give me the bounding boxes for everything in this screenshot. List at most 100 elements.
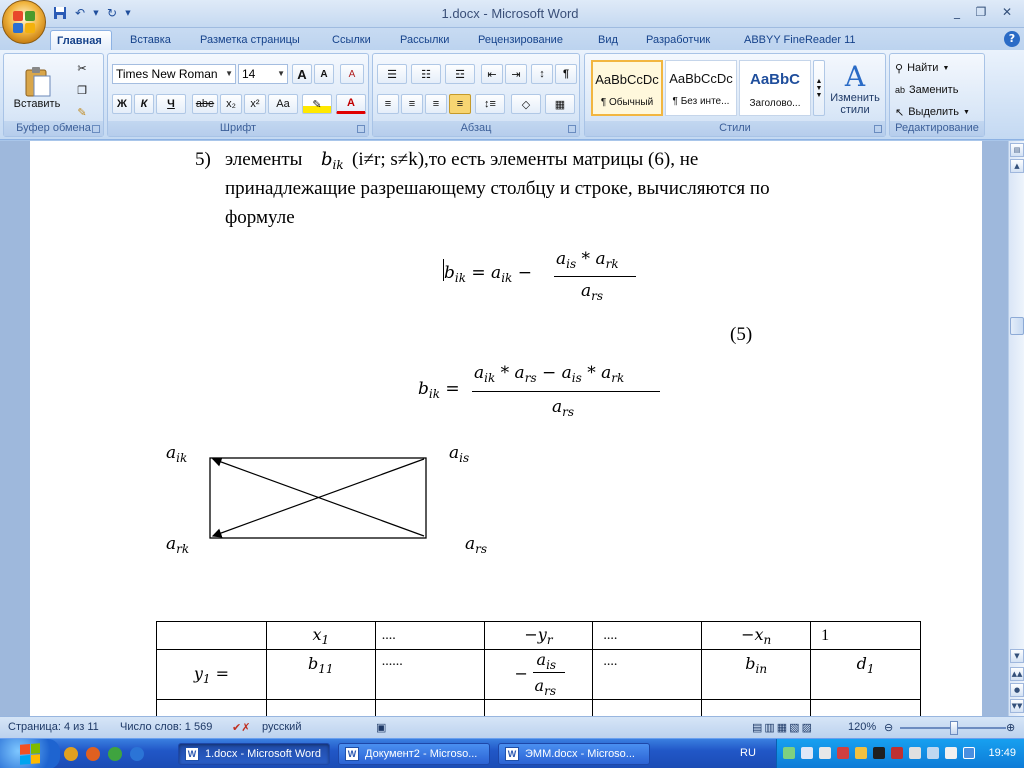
scroll-thumb[interactable] <box>1010 317 1024 335</box>
vertical-scrollbar[interactable]: ▤ ▲ ▼ ▲▲ ● ▼▼ <box>1008 141 1024 716</box>
subscript-button[interactable]: x₂ <box>220 94 242 114</box>
table-cell[interactable] <box>810 699 921 716</box>
table-cell[interactable]: d1 <box>810 649 921 700</box>
copy-icon[interactable]: ❐ <box>70 80 94 100</box>
styles-scroll-icon[interactable]: ▲ ▼ ▼ <box>813 60 825 116</box>
proofing-icon[interactable]: ✔✗ <box>232 721 250 734</box>
table-cell[interactable]: ...... <box>374 649 485 700</box>
taskbar-item-word[interactable]: W ЭММ.docx - Microso... <box>498 743 650 765</box>
quick-launch-icon[interactable] <box>130 747 144 761</box>
document-page[interactable]: 5) элементы bik (i≠r; s≠k),то есть элеме… <box>30 141 982 716</box>
paragraph-launcher-icon[interactable] <box>568 125 576 133</box>
taskbar-item-word[interactable]: W 1.docx - Microsoft Word <box>178 743 330 765</box>
table-cell[interactable]: .... <box>592 621 703 650</box>
ruler-toggle-icon[interactable]: ▤ <box>1010 143 1024 157</box>
undo-dropdown-icon[interactable]: ▼ <box>92 5 100 21</box>
strikethrough-button[interactable]: abe <box>192 94 218 114</box>
macro-record-icon[interactable]: ▣ <box>376 721 386 734</box>
table-cell[interactable]: bin <box>701 649 812 700</box>
font-launcher-icon[interactable] <box>357 125 365 133</box>
underline-button[interactable]: Ч <box>156 94 186 114</box>
table-cell[interactable] <box>483 699 594 716</box>
style-no-spacing[interactable]: AaBbCcDc ¶ Без инте... <box>665 60 737 116</box>
paste-button[interactable]: Вставить <box>8 58 66 118</box>
help-icon[interactable]: ? <box>1004 31 1020 47</box>
tray-icon[interactable] <box>873 747 885 759</box>
minimize-button[interactable]: _ <box>946 4 968 20</box>
table-cell[interactable]: 1 <box>810 621 921 650</box>
table-cell[interactable]: y1 = <box>156 649 267 700</box>
style-normal[interactable]: AaBbCcDc ¶ Обычный <box>591 60 663 116</box>
increase-indent-icon[interactable]: ⇥ <box>505 64 527 84</box>
redo-icon[interactable]: ↻ <box>104 5 120 21</box>
tab-references[interactable]: Ссылки <box>326 30 377 50</box>
table-cell[interactable] <box>156 621 267 650</box>
multilevel-list-icon[interactable]: ☲ <box>445 64 475 84</box>
grow-font-button[interactable]: A <box>292 64 312 84</box>
tab-home[interactable]: Главная <box>50 30 112 50</box>
decrease-indent-icon[interactable]: ⇤ <box>481 64 503 84</box>
clipboard-launcher-icon[interactable] <box>92 125 100 133</box>
table-cell[interactable]: −yr <box>483 621 594 650</box>
change-case-button[interactable]: Aa <box>268 94 298 114</box>
scroll-up-icon[interactable]: ▲ <box>1010 159 1024 173</box>
table-cell[interactable]: −xn <box>701 621 812 650</box>
undo-icon[interactable]: ↶ <box>72 5 88 21</box>
tab-developer[interactable]: Разработчик <box>640 30 716 50</box>
shading-icon[interactable]: ◇ <box>511 94 541 114</box>
align-right-icon[interactable]: ≡ <box>425 94 447 114</box>
tab-insert[interactable]: Вставка <box>124 30 177 50</box>
restore-button[interactable]: ❐ <box>970 4 992 20</box>
italic-button[interactable]: К <box>134 94 154 114</box>
office-button[interactable] <box>2 0 46 44</box>
justify-icon[interactable]: ≡ <box>449 94 471 114</box>
font-size-combo[interactable]: 14 ▼ <box>238 64 288 84</box>
tab-mailings[interactable]: Рассылки <box>394 30 455 50</box>
word-count[interactable]: Число слов: 1 569 <box>120 721 212 733</box>
table-cell[interactable] <box>374 699 485 716</box>
font-color-icon[interactable]: A <box>336 94 366 114</box>
find-button[interactable]: ⚲ Найти ▼ <box>894 58 980 78</box>
tray-icon[interactable] <box>783 747 795 759</box>
tab-review[interactable]: Рецензирование <box>472 30 569 50</box>
highlight-icon[interactable]: ✎ <box>302 94 332 114</box>
tray-icon[interactable] <box>819 747 831 759</box>
numbering-icon[interactable]: ☷ <box>411 64 441 84</box>
language-status[interactable]: русский <box>262 721 301 733</box>
scroll-down-icon[interactable]: ▼ <box>1010 649 1024 663</box>
next-page-icon[interactable]: ▼▼ <box>1010 699 1024 713</box>
tab-abbyy[interactable]: ABBYY FineReader 11 <box>738 30 862 50</box>
show-marks-button[interactable]: ¶ <box>555 64 577 84</box>
table-cell[interactable] <box>701 699 812 716</box>
zoom-slider-thumb[interactable] <box>950 721 958 735</box>
equation-1[interactable]: bik = aik − ais * ark ars <box>442 249 642 309</box>
table-cell[interactable] <box>592 699 703 716</box>
quick-launch-icon[interactable] <box>108 747 122 761</box>
change-styles-button[interactable]: A Изменить стили <box>827 58 883 120</box>
align-left-icon[interactable]: ≡ <box>377 94 399 114</box>
view-buttons-icon[interactable]: ▤▥▦▧▨ <box>752 721 814 734</box>
table-cell[interactable]: x1 <box>265 621 376 650</box>
close-button[interactable]: ✕ <box>996 4 1018 20</box>
shrink-font-button[interactable]: A <box>314 64 334 84</box>
table-cell[interactable]: .... <box>592 649 703 700</box>
tray-icon[interactable] <box>963 747 975 759</box>
table-cell[interactable] <box>265 699 376 716</box>
align-center-icon[interactable]: ≡ <box>401 94 423 114</box>
replace-button[interactable]: ab Заменить <box>894 80 980 100</box>
table-cell[interactable]: − ais ars <box>483 649 594 700</box>
volume-icon[interactable] <box>927 747 939 759</box>
table-cell[interactable]: b11 <box>265 649 376 700</box>
browse-object-icon[interactable]: ● <box>1010 683 1024 697</box>
style-heading[interactable]: AaBbC Заголово... <box>739 60 811 116</box>
tab-page-layout[interactable]: Разметка страницы <box>194 30 306 50</box>
page-count[interactable]: Страница: 4 из 11 <box>8 721 99 733</box>
sort-icon[interactable]: ↕ <box>531 64 553 84</box>
select-button[interactable]: ↖ Выделить ▼ <box>894 102 980 122</box>
quick-launch-icon[interactable] <box>64 747 78 761</box>
line-spacing-icon[interactable]: ↕≡ <box>475 94 505 114</box>
font-family-combo[interactable]: Times New Roman ▼ <box>112 64 236 84</box>
superscript-button[interactable]: x² <box>244 94 266 114</box>
table-cell[interactable] <box>156 699 267 716</box>
antivirus-icon[interactable] <box>837 747 849 759</box>
